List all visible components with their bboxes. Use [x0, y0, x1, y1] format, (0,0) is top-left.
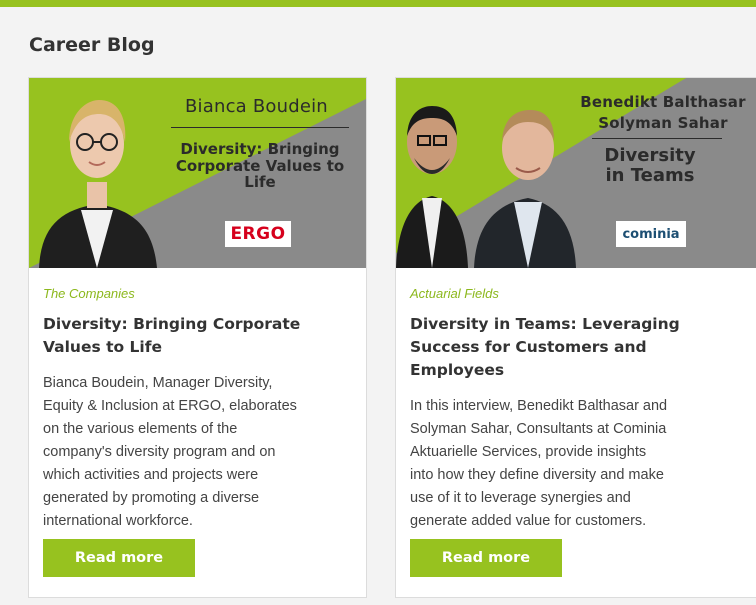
- hero-person-name: Bianca Boudein: [185, 96, 328, 117]
- card-title[interactable]: Diversity: Bringing Corporate Values to …: [43, 313, 352, 359]
- card-hero-image[interactable]: Bianca Boudein Diversity: Bringing Corpo…: [29, 78, 366, 268]
- read-more-button[interactable]: Read more: [410, 539, 562, 577]
- hero-divider: [171, 127, 349, 128]
- blog-card: Bianca Boudein Diversity: Bringing Corpo…: [28, 77, 367, 598]
- card-title[interactable]: Diversity in Teams: Leveraging Success f…: [410, 313, 742, 382]
- top-accent-bar: [0, 0, 756, 7]
- hero-divider: [592, 138, 722, 139]
- read-more-button[interactable]: Read more: [43, 539, 195, 577]
- card-excerpt: In this interview, Benedikt Balthasar an…: [410, 398, 668, 529]
- card-excerpt: Bianca Boudein, Manager Diversity, Equit…: [43, 375, 297, 529]
- card-category: The Companies: [43, 286, 135, 301]
- hero-headline: Diversity in Teams: [604, 145, 696, 186]
- section-title: Career Blog: [29, 34, 155, 56]
- blog-card: Benedikt Balthasar Solyman Sahar Diversi…: [395, 77, 756, 598]
- cominia-logo: cominia: [616, 221, 686, 247]
- card-category: Actuarial Fields: [410, 286, 499, 301]
- hero-person-names: Benedikt Balthasar Solyman Sahar: [580, 93, 746, 132]
- hero-headline: Diversity: Bringing Corporate Values to …: [175, 140, 345, 191]
- card-hero-image[interactable]: Benedikt Balthasar Solyman Sahar Diversi…: [396, 78, 756, 268]
- ergo-logo: ERGO: [225, 221, 291, 247]
